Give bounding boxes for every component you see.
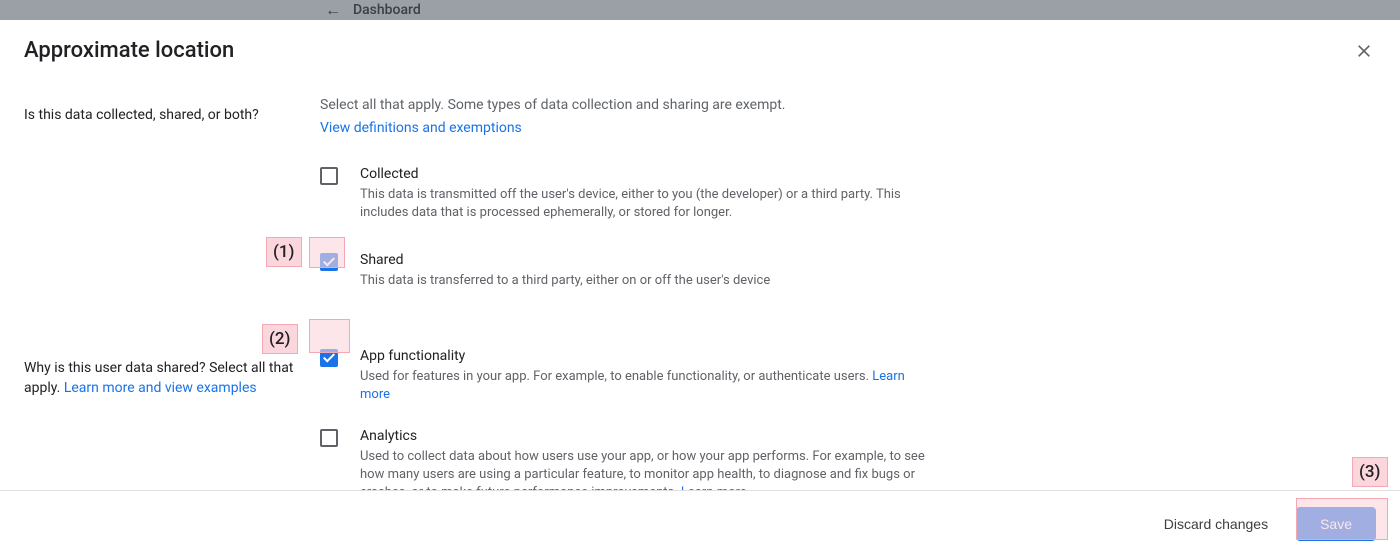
option-collected: Collected This data is transmitted off t… xyxy=(320,166,1376,222)
dialog-title: Approximate location xyxy=(24,38,234,63)
section-intro: Select all that apply. Some types of dat… xyxy=(320,95,1376,115)
dialog-footer: Discard changes Save xyxy=(0,490,1400,553)
dashboard-label: Dashboard xyxy=(353,2,421,18)
option-shared: Shared This data is transferred to a thi… xyxy=(320,252,1376,290)
background-dashboard: ← Dashboard xyxy=(0,0,1400,20)
option-desc: Used to collect data about how users use… xyxy=(360,448,925,490)
learn-more-examples-link[interactable]: Learn more and view examples xyxy=(64,380,257,396)
section-collected-shared: Is this data collected, shared, or both?… xyxy=(24,95,1376,290)
option-title: Collected xyxy=(360,166,1376,182)
checkbox-analytics[interactable] xyxy=(320,429,338,447)
dialog-body: Is this data collected, shared, or both?… xyxy=(0,77,1400,490)
dialog-header: Approximate location xyxy=(0,20,1400,77)
section-right: Select all that apply. Some types of dat… xyxy=(320,95,1376,290)
close-button[interactable] xyxy=(1352,39,1376,63)
option-content: Analytics Used to collect data about how… xyxy=(360,428,1376,490)
option-content: Shared This data is transferred to a thi… xyxy=(360,252,1376,290)
option-desc: Used for features in your app. For examp… xyxy=(360,368,925,404)
close-icon xyxy=(1356,43,1372,59)
dialog-approximate-location: Approximate location Is this data collec… xyxy=(0,20,1400,553)
option-analytics: Analytics Used to collect data about how… xyxy=(320,428,1376,490)
section-why-shared: Why is this user data shared? Select all… xyxy=(24,348,1376,490)
option-desc-text: Used to collect data about how users use… xyxy=(360,449,925,490)
back-arrow-icon: ← xyxy=(325,0,341,20)
checkbox-app-functionality[interactable] xyxy=(320,349,338,367)
checkbox-shared[interactable] xyxy=(320,253,338,271)
definitions-link[interactable]: View definitions and exemptions xyxy=(320,120,522,136)
option-desc: This data is transmitted off the user's … xyxy=(360,186,925,222)
option-app-functionality: App functionality Used for features in y… xyxy=(320,348,1376,404)
section-label: Why is this user data shared? Select all… xyxy=(24,358,320,398)
section-right: App functionality Used for features in y… xyxy=(320,348,1376,490)
section-left: Is this data collected, shared, or both? xyxy=(24,95,320,290)
checkbox-collected[interactable] xyxy=(320,167,338,185)
discard-changes-button[interactable]: Discard changes xyxy=(1152,508,1280,540)
save-button[interactable]: Save xyxy=(1296,507,1376,541)
section-label: Is this data collected, shared, or both? xyxy=(24,105,320,125)
option-desc-text: Used for features in your app. For examp… xyxy=(360,369,872,384)
option-desc: This data is transferred to a third part… xyxy=(360,272,925,290)
section-left: Why is this user data shared? Select all… xyxy=(24,348,320,490)
option-title: Shared xyxy=(360,252,1376,268)
option-title: Analytics xyxy=(360,428,1376,444)
option-title: App functionality xyxy=(360,348,1376,364)
option-content: App functionality Used for features in y… xyxy=(360,348,1376,404)
option-content: Collected This data is transmitted off t… xyxy=(360,166,1376,222)
